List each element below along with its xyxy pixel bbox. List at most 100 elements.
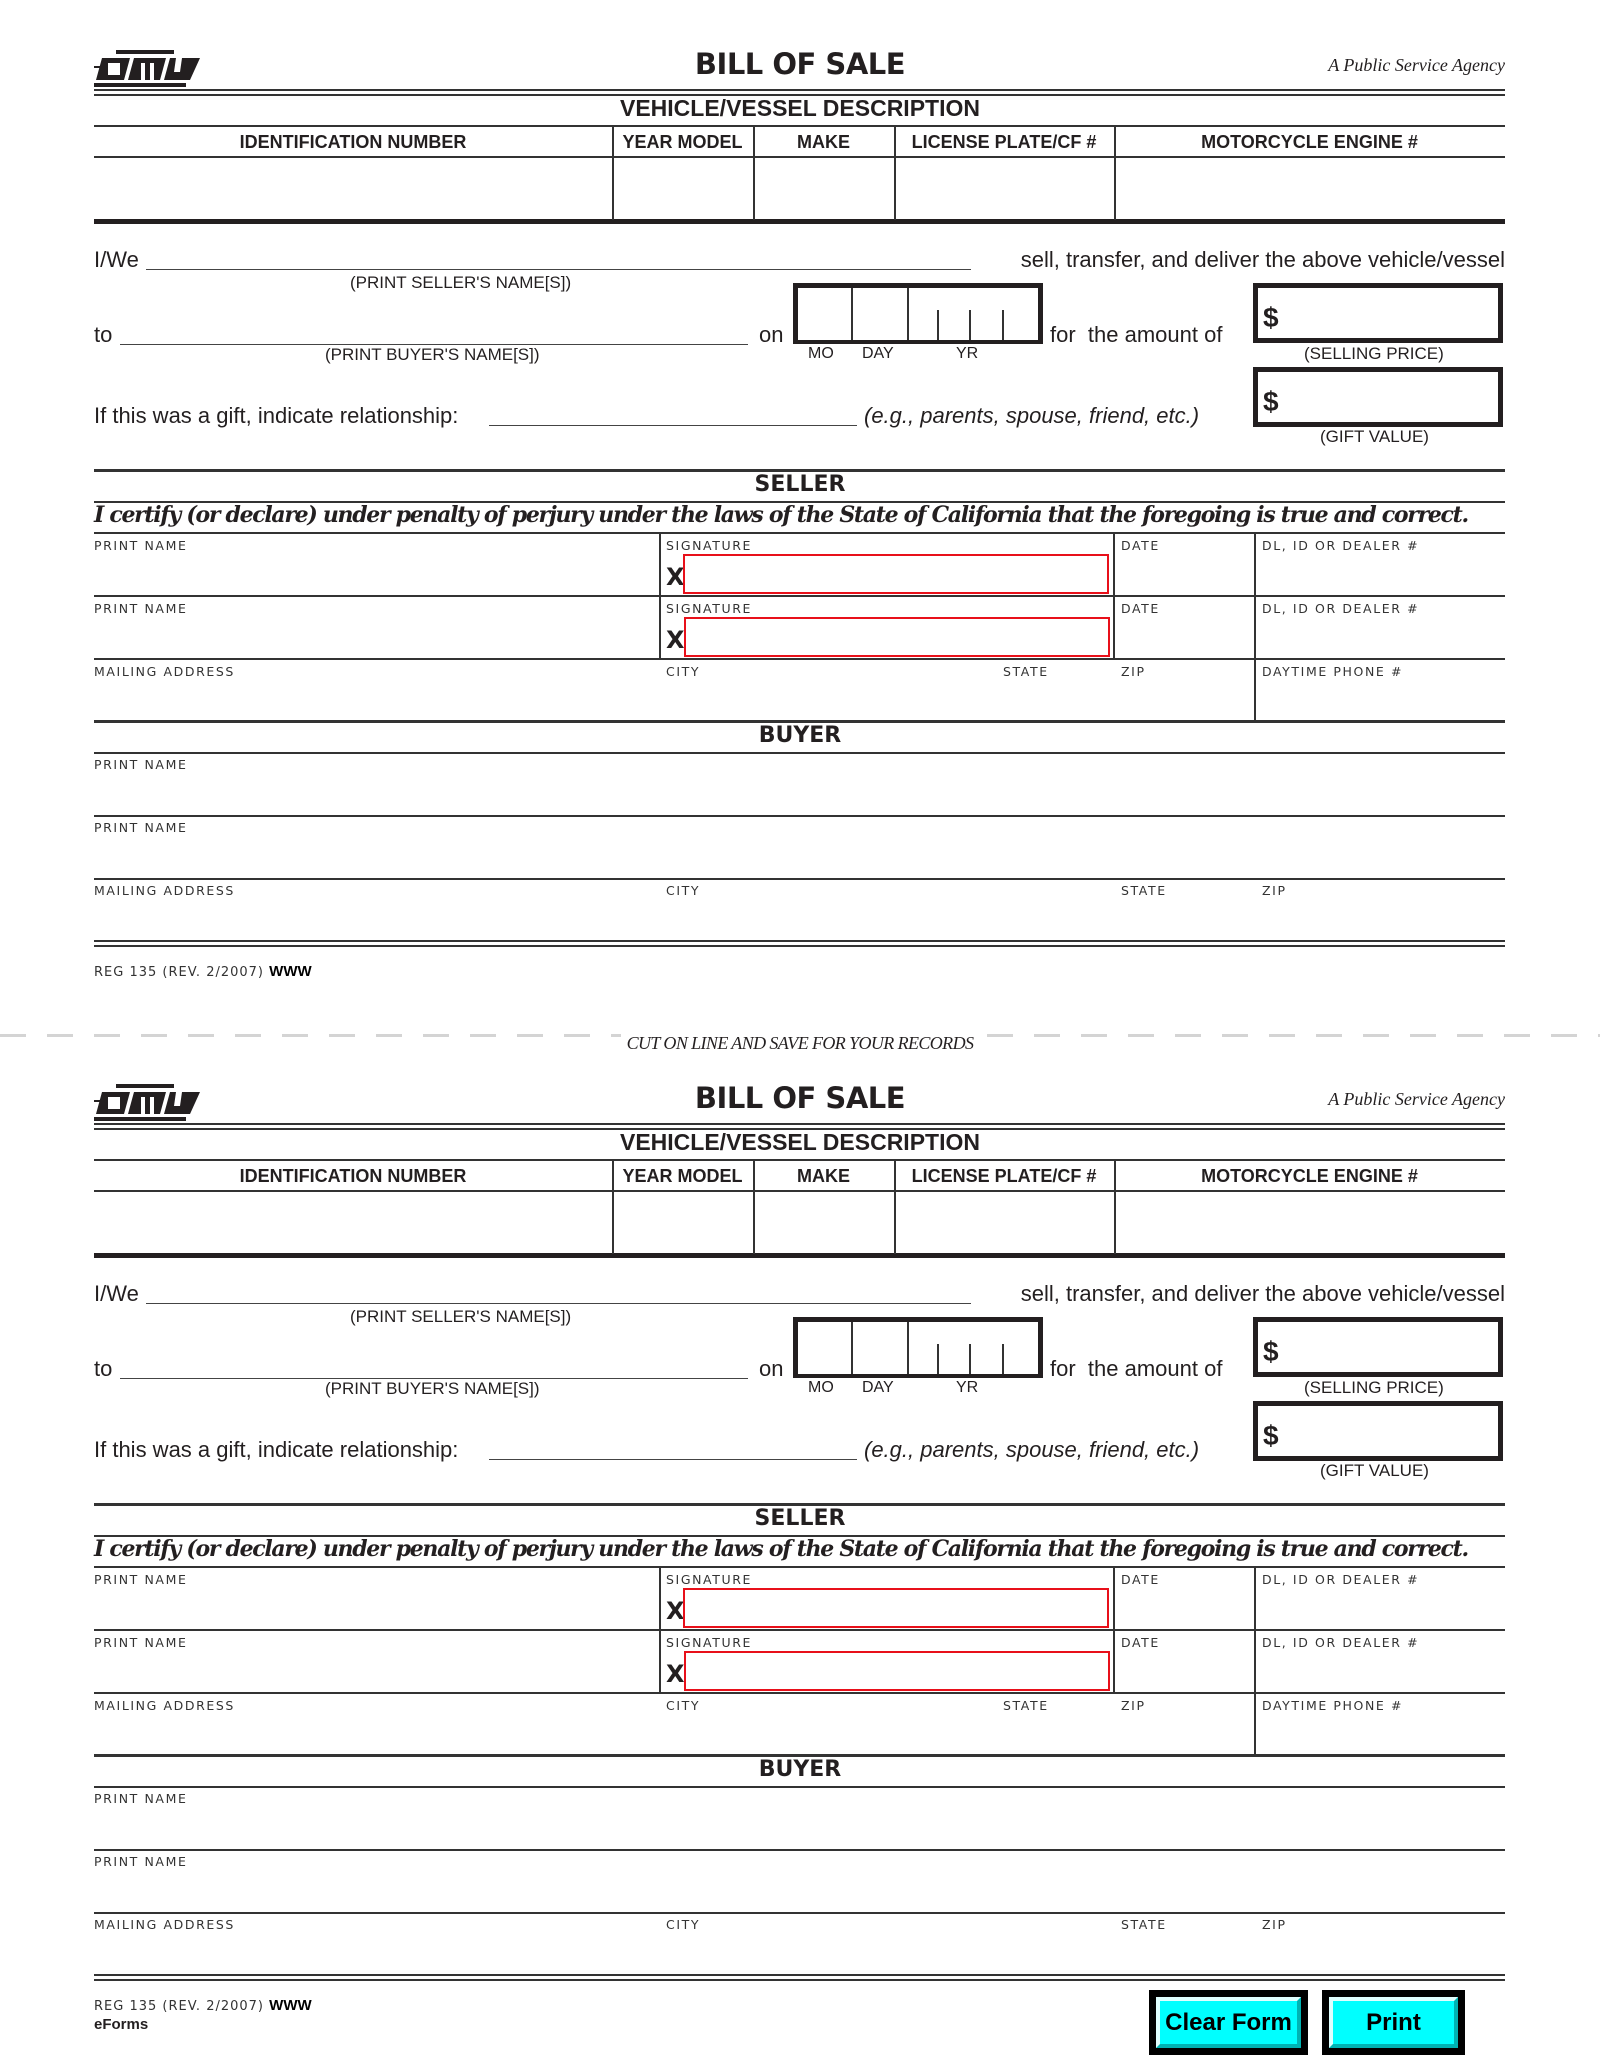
copy2-seller-state-input[interactable] <box>1000 1716 1110 1752</box>
seller1-signature-label: SIGNATURE <box>666 1572 753 1587</box>
seller1-date-input[interactable] <box>1118 556 1250 592</box>
make-input[interactable] <box>757 162 890 216</box>
divider <box>94 156 1505 158</box>
copy2-seller2-date-input[interactable] <box>1118 1653 1250 1689</box>
copy2-buyer-zip-input[interactable] <box>1260 1935 1502 1971</box>
seller-mailing-address-input[interactable] <box>96 682 654 718</box>
date-divider <box>851 288 853 340</box>
transfer-text: sell, transfer, and deliver the above ve… <box>1020 247 1505 272</box>
column-header-make: MAKE <box>797 132 850 152</box>
copy2-gift-value-input[interactable] <box>1285 1410 1495 1452</box>
seller-phone-input[interactable] <box>1260 682 1502 718</box>
copy2-seller-zip-input[interactable] <box>1118 1716 1250 1752</box>
copy2-seller-city-input[interactable] <box>664 1716 994 1752</box>
divider <box>94 89 1505 91</box>
divider <box>94 1912 1505 1914</box>
seller-zip-input[interactable] <box>1118 682 1250 718</box>
sale-month-input[interactable] <box>800 292 848 337</box>
identification-number-input[interactable] <box>98 162 608 216</box>
seller1-date-label: DATE <box>1121 538 1160 553</box>
seller1-signature-field[interactable] <box>683 554 1109 594</box>
gift-value-hint: (GIFT VALUE) <box>1320 427 1429 446</box>
seller2-date-input[interactable] <box>1118 619 1250 655</box>
gift-relationship-input[interactable] <box>493 402 853 426</box>
seller1-dl-input[interactable] <box>1260 556 1502 592</box>
sale-year-input[interactable] <box>911 292 1035 337</box>
copy2-buyer-city-input[interactable] <box>664 1935 1114 1971</box>
motorcycle-engine-input[interactable] <box>1118 162 1501 216</box>
copy2-seller2-signature-field[interactable] <box>684 1651 1110 1691</box>
license-plate-input[interactable] <box>898 162 1110 216</box>
copy2-buyer2-print-name-input[interactable] <box>96 1872 1501 1910</box>
copy2-seller1-signature-field[interactable] <box>683 1588 1109 1628</box>
year-model-input[interactable] <box>616 162 749 216</box>
copy2-sale-day-input[interactable] <box>855 1326 904 1371</box>
copy2-seller1-date-input[interactable] <box>1118 1590 1250 1626</box>
sale-day-input[interactable] <box>855 292 904 337</box>
buyer1-print-name-input[interactable] <box>96 775 1501 813</box>
print-button[interactable]: Print <box>1329 1997 1458 2048</box>
copy2-sale-month-input[interactable] <box>800 1326 848 1371</box>
divider <box>94 1566 1505 1568</box>
copy2-buyer-names-input[interactable] <box>124 1355 744 1379</box>
buyer-state-input[interactable] <box>1118 901 1250 937</box>
seller2-print-name-label: PRINT NAME <box>94 1635 188 1650</box>
seller2-print-name-input[interactable] <box>96 619 654 655</box>
gift-value-hint: (GIFT VALUE) <box>1320 1461 1429 1480</box>
gift-value-input[interactable] <box>1285 376 1495 418</box>
buyer-city-label: CITY <box>666 883 701 898</box>
buyer-mailing-address-input[interactable] <box>96 901 654 937</box>
divider <box>94 1979 1505 1981</box>
copy2-selling-price-input[interactable] <box>1285 1326 1495 1368</box>
copy2-sale-year-input[interactable] <box>911 1326 1035 1371</box>
copy2-make-input[interactable] <box>757 1196 890 1250</box>
buyer-city-input[interactable] <box>664 901 1114 937</box>
to-label: to <box>94 1356 113 1381</box>
copy2-seller-phone-input[interactable] <box>1260 1716 1502 1752</box>
copy2-buyer1-print-name-input[interactable] <box>96 1809 1501 1847</box>
copy2-seller1-print-name-input[interactable] <box>96 1590 654 1626</box>
copy2-seller1-dl-input[interactable] <box>1260 1590 1502 1626</box>
column-header-motorcycle-engine: MOTORCYCLE ENGINE # <box>1201 1166 1418 1186</box>
buyer-name-hint: (PRINT BUYER'S NAME[S]) <box>325 345 540 364</box>
divider <box>94 1190 1505 1192</box>
eforms-label: eForms <box>94 2016 149 2033</box>
seller1-date-label: DATE <box>1121 1572 1160 1587</box>
clear-form-button[interactable]: Clear Form <box>1156 1997 1301 2048</box>
seller2-signature-field[interactable] <box>684 617 1110 657</box>
column-divider <box>659 533 661 659</box>
selling-price-input[interactable] <box>1285 292 1495 334</box>
copy2-year-model-input[interactable] <box>616 1196 749 1250</box>
date-label-month: MO <box>808 1379 834 1396</box>
seller2-dl-input[interactable] <box>1260 619 1502 655</box>
copy2-seller2-print-name-input[interactable] <box>96 1653 654 1689</box>
seller1-print-name-input[interactable] <box>96 556 654 592</box>
selling-price-dollar-icon: $ <box>1263 1336 1279 1367</box>
seller-city-input[interactable] <box>664 682 994 718</box>
copy2-gift-relationship-input[interactable] <box>493 1436 853 1460</box>
seller-names-input[interactable] <box>150 246 965 270</box>
print-button-frame: Print <box>1322 1990 1465 2055</box>
copy2-motorcycle-engine-input[interactable] <box>1118 1196 1501 1250</box>
buyer-names-input[interactable] <box>124 321 744 345</box>
buyer2-print-name-input[interactable] <box>96 838 1501 876</box>
certify-statement: I certify (or declare) under penalty of … <box>94 1536 1469 1562</box>
gift-label: If this was a gift, indicate relationshi… <box>94 1437 459 1462</box>
copy2-identification-number-input[interactable] <box>98 1196 608 1250</box>
copy2-buyer-mailing-address-input[interactable] <box>96 1935 654 1971</box>
buyer-city-label: CITY <box>666 1917 701 1932</box>
seller2-print-name-label: PRINT NAME <box>94 601 188 616</box>
copy2-license-plate-input[interactable] <box>898 1196 1110 1250</box>
copy2-seller-names-input[interactable] <box>150 1280 965 1304</box>
seller1-dl-label: DL, ID OR DEALER # <box>1262 538 1420 553</box>
seller2-signature-x: X <box>666 626 685 654</box>
seller-state-input[interactable] <box>1000 682 1110 718</box>
seller-name-hint: (PRINT SELLER'S NAME[S]) <box>350 1307 572 1326</box>
copy2-seller2-dl-input[interactable] <box>1260 1653 1502 1689</box>
divider <box>94 1974 1505 1976</box>
copy2-buyer-state-input[interactable] <box>1118 1935 1250 1971</box>
form-number-text: REG 135 (REV. 2/2007) <box>94 1999 265 2014</box>
copy2-seller-mailing-address-input[interactable] <box>96 1716 654 1752</box>
date-label-month: MO <box>808 345 834 362</box>
buyer-zip-input[interactable] <box>1260 901 1502 937</box>
